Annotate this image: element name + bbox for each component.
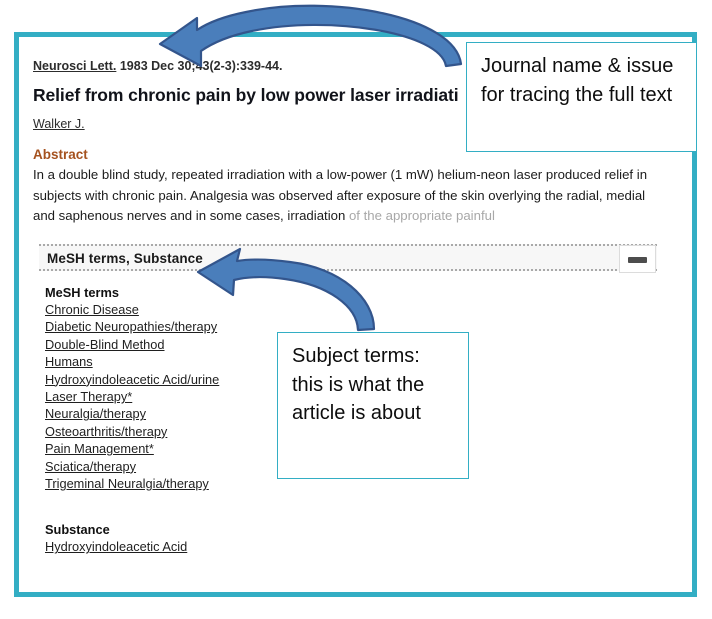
- minus-icon-bar: [628, 257, 647, 263]
- abstract-body: In a double blind study, repeated irradi…: [33, 165, 649, 227]
- substance-subheading: Substance: [45, 522, 110, 538]
- abstract-visible-text: In a double blind study, repeated irradi…: [33, 167, 648, 223]
- list-item[interactable]: Pain Management*: [45, 440, 154, 457]
- list-item[interactable]: Chronic Disease: [45, 301, 139, 318]
- mesh-panel-header[interactable]: MeSH terms, Substance: [39, 244, 657, 273]
- list-item[interactable]: Humans: [45, 353, 93, 370]
- abstract-faded-text: of the appropriate painful: [348, 208, 495, 223]
- mesh-panel-header-label: MeSH terms, Substance: [47, 251, 203, 266]
- list-item[interactable]: Trigeminal Neuralgia/therapy: [45, 475, 209, 492]
- callout-subject-terms: Subject terms: this is what the article …: [277, 332, 469, 479]
- list-item[interactable]: Hydroxyindoleacetic Acid: [45, 538, 187, 555]
- journal-name-link[interactable]: Neurosci Lett.: [33, 59, 116, 73]
- mesh-terms-subheading: MeSH terms: [45, 285, 119, 300]
- list-item[interactable]: Hydroxyindoleacetic Acid/urine: [45, 371, 219, 388]
- journal-issue-text: 1983 Dec 30;43(2-3):339-44.: [119, 59, 283, 73]
- list-item[interactable]: Sciatica/therapy: [45, 458, 136, 475]
- callout-journal-name: Journal name & issue for tracing the ful…: [466, 42, 697, 152]
- author-link[interactable]: Walker J.: [33, 117, 85, 131]
- substance-section: Substance Hydroxyindoleacetic Acid: [45, 522, 657, 555]
- list-item[interactable]: Double-Blind Method: [45, 336, 165, 353]
- list-item[interactable]: Laser Therapy*: [45, 388, 132, 405]
- list-item[interactable]: Osteoarthritis/therapy: [45, 423, 167, 440]
- minus-icon[interactable]: [619, 245, 656, 273]
- list-item[interactable]: Neuralgia/therapy: [45, 405, 146, 422]
- list-item[interactable]: Diabetic Neuropathies/therapy: [45, 318, 217, 335]
